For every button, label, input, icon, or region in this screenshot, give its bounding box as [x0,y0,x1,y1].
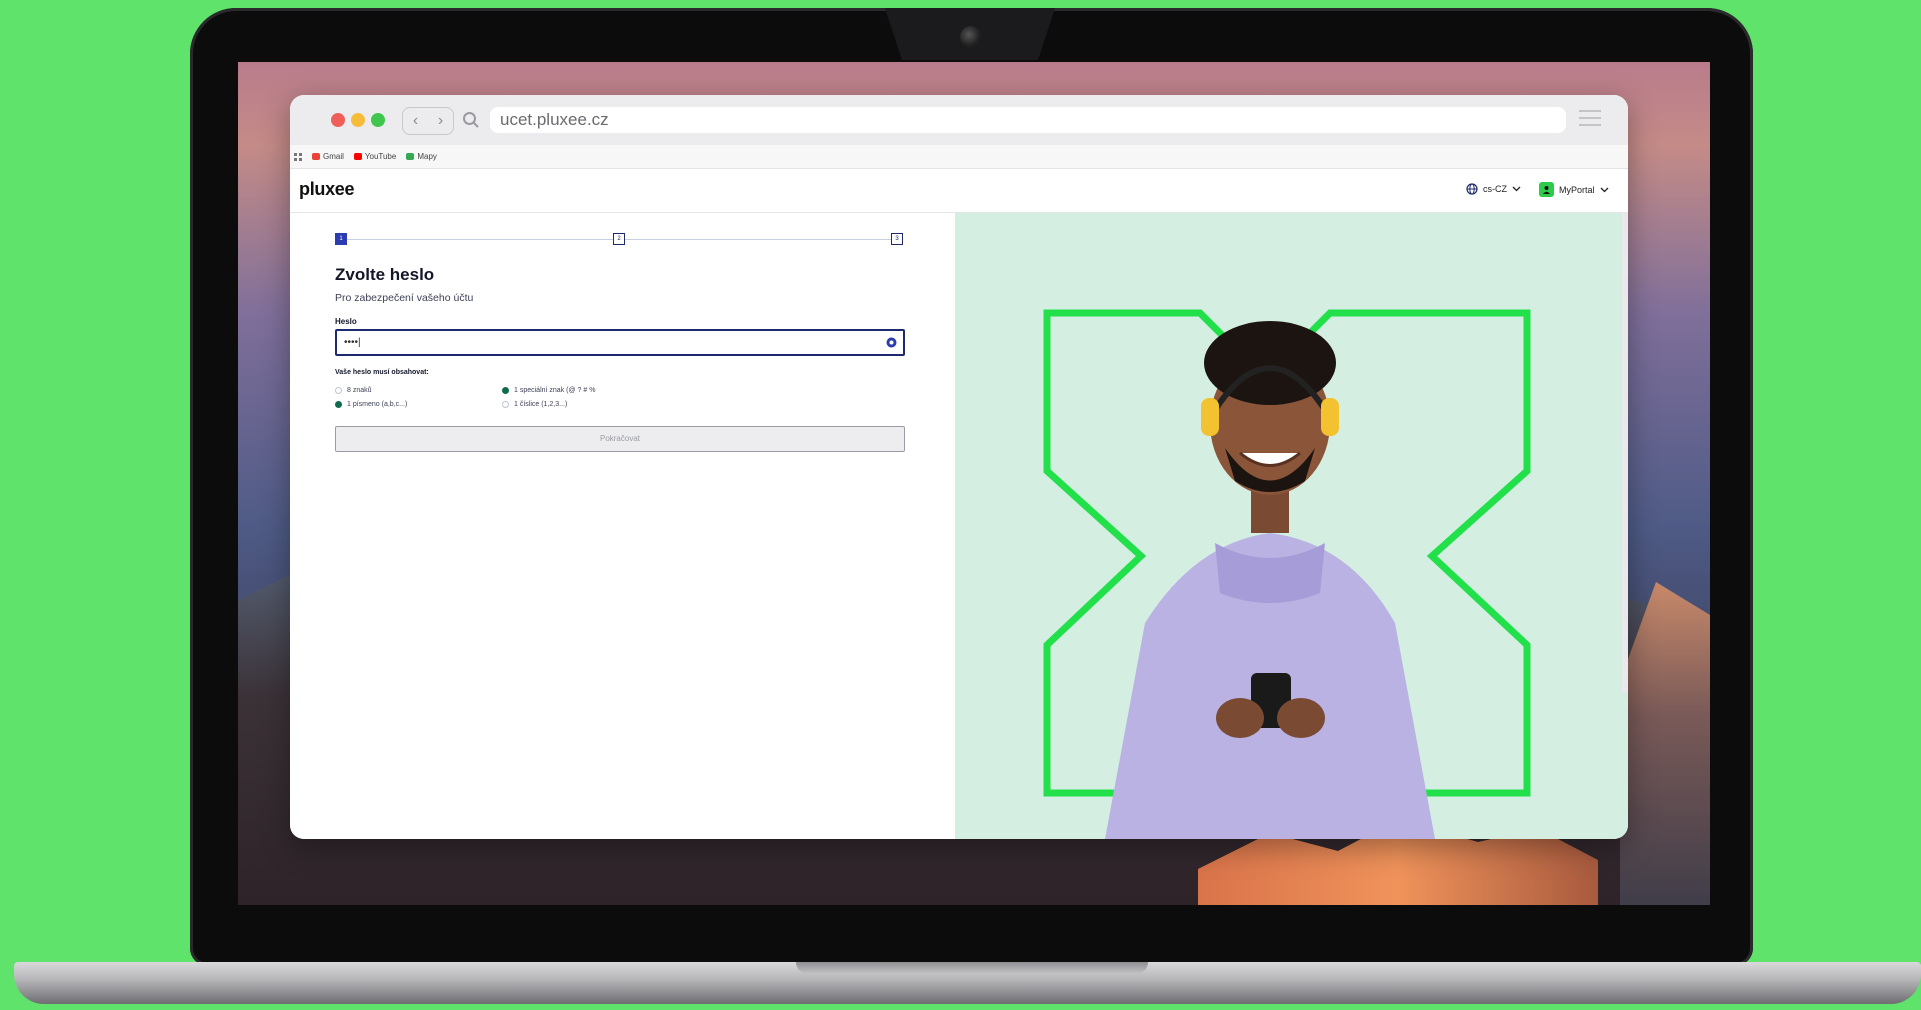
bookmark-label: Mapy [417,152,437,161]
requirement-item: 1 číslice (1,2,3...) [502,401,567,408]
step-3: 3 [891,233,903,245]
continue-button[interactable]: Pokračovat [335,426,905,452]
search-icon[interactable] [462,111,480,129]
requirement-met-icon [335,401,342,408]
requirements-title: Vaše heslo musí obsahovat: [335,369,429,376]
show-password-icon[interactable] [886,337,897,348]
person-photo [1105,321,1435,839]
browser-toolbar: ‹ › ucet.pluxee.cz [290,95,1628,145]
bookmark-label: Gmail [323,152,344,161]
scrollbar[interactable] [1622,213,1628,693]
requirement-item: 8 znaků [335,387,372,394]
laptop-base-groove [796,962,1148,974]
requirement-unmet-icon [335,387,342,394]
requirement-unmet-icon [502,401,509,408]
chevron-down-icon [1512,186,1521,192]
bookmark-youtube[interactable]: YouTube [353,152,397,161]
requirement-label: 1 číslice (1,2,3...) [514,401,568,408]
requirement-label: 1 speciální znak (@ ? # % [514,387,596,394]
bookmark-gmail[interactable]: Gmail [312,152,344,161]
myportal-label: MyPortal [1559,184,1595,195]
minimize-window-button[interactable] [351,113,365,127]
back-arrow-icon[interactable]: ‹ [413,112,418,130]
page-subtitle: Pro zabezpečení vašeho účtu [335,292,474,304]
password-input[interactable]: ••••| [335,329,905,356]
requirement-item: 1 speciální znak (@ ? # % [502,387,595,394]
browser-window: ‹ › ucet.pluxee.cz Gmail YouTube Mapy pl… [290,95,1628,839]
hero-illustration [1043,309,1531,839]
bookmark-mapy[interactable]: Mapy [406,152,437,161]
bookmark-label: YouTube [364,152,397,161]
step-1: 1 [335,233,347,245]
site-header: pluxee cs-CZ MyPortal [290,169,1628,213]
maximize-window-button[interactable] [371,113,385,127]
forward-arrow-icon[interactable]: › [438,112,443,130]
hamburger-menu-icon[interactable] [1579,110,1601,128]
bookmarks-bar: Gmail YouTube Mapy [290,145,1628,169]
requirement-met-icon [502,387,509,394]
requirement-item: 1 písmeno (a,b,c...) [335,401,407,408]
password-form-panel: 1 2 3 Zvolte heslo Pro zabezpečení vašeh… [290,213,955,839]
language-selector[interactable]: cs-CZ [1466,183,1521,195]
chevron-down-icon [1600,187,1608,192]
myportal-menu[interactable]: MyPortal [1539,182,1609,197]
requirement-label: 8 znaků [347,387,372,394]
progress-stepper: 1 2 3 [335,233,907,247]
pluxee-logo[interactable]: pluxee [299,179,355,200]
camera-icon [960,26,982,48]
stepper-line [625,239,891,240]
password-value: ••••| [344,337,361,348]
apps-grid-icon[interactable] [294,152,302,161]
history-nav: ‹ › [402,107,454,135]
stepper-line [347,239,613,240]
step-2: 2 [613,233,625,245]
youtube-icon [353,153,362,160]
maps-icon [406,153,415,160]
globe-icon [1466,183,1478,195]
language-label: cs-CZ [1483,184,1507,194]
close-window-button[interactable] [331,113,345,127]
password-label: Heslo [335,317,357,326]
page-title: Zvolte heslo [335,265,435,284]
hero-panel [955,213,1628,839]
requirement-label: 1 písmeno (a,b,c...) [347,401,408,408]
user-icon [1539,182,1554,197]
address-bar[interactable]: ucet.pluxee.cz [490,107,1566,133]
gmail-icon [312,153,320,160]
